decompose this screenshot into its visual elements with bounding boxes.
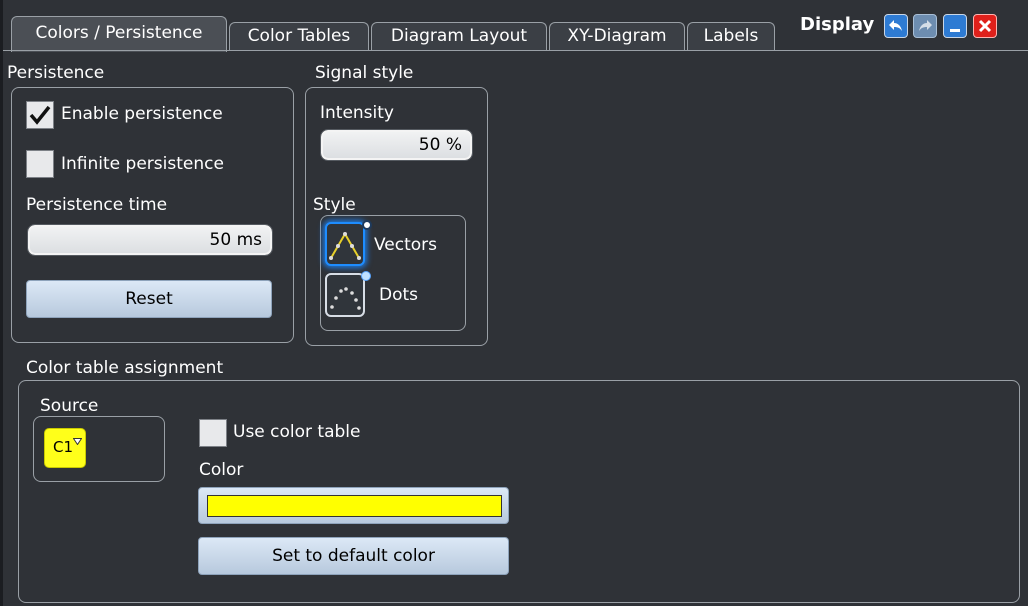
undo-icon	[888, 19, 904, 33]
undo-button[interactable]	[884, 14, 908, 38]
reset-button[interactable]: Reset	[26, 280, 272, 318]
tab-diagram-layout[interactable]: Diagram Layout	[371, 22, 547, 50]
close-button[interactable]	[973, 14, 997, 38]
redo-icon	[917, 19, 933, 33]
source-value: C1	[53, 438, 74, 456]
persistence-time-label: Persistence time	[26, 195, 168, 215]
enable-persistence-checkbox[interactable]	[26, 101, 54, 129]
intensity-field[interactable]: 50 %	[320, 129, 473, 161]
dots-option[interactable]	[325, 273, 365, 317]
color-table-assignment-title: Color table assignment	[26, 358, 224, 378]
color-picker-button[interactable]	[198, 487, 509, 524]
tab-colors-persistence[interactable]: Colors / Persistence	[11, 16, 227, 52]
persistence-time-field[interactable]: 50 ms	[27, 224, 273, 256]
source-label: Source	[40, 396, 99, 416]
set-default-color-button[interactable]: Set to default color	[198, 537, 509, 575]
vectors-option[interactable]	[325, 222, 365, 266]
redo-button[interactable]	[913, 14, 937, 38]
minimize-icon	[948, 19, 962, 33]
tab-divider	[3, 50, 1028, 51]
use-color-table-label[interactable]: Use color table	[233, 422, 360, 442]
dropdown-arrow-icon	[72, 430, 83, 449]
tab-labels[interactable]: Labels	[687, 22, 775, 50]
dots-label[interactable]: Dots	[379, 285, 418, 305]
source-selector[interactable]: C1	[44, 428, 86, 468]
tab-xy-diagram[interactable]: XY-Diagram	[549, 22, 685, 50]
color-label: Color	[199, 460, 244, 480]
close-icon	[977, 18, 993, 34]
vectors-label[interactable]: Vectors	[374, 235, 437, 255]
use-color-table-checkbox[interactable]	[199, 419, 227, 447]
style-label: Style	[313, 195, 356, 215]
vectors-radio-indicator	[362, 220, 372, 230]
color-table-assignment-group	[18, 380, 1020, 603]
minimize-button[interactable]	[943, 14, 967, 38]
color-swatch	[207, 495, 502, 517]
intensity-label: Intensity	[320, 103, 394, 123]
infinite-persistence-label[interactable]: Infinite persistence	[61, 154, 224, 174]
signal-style-title: Signal style	[315, 63, 414, 83]
persistence-title: Persistence	[7, 63, 105, 83]
enable-persistence-label[interactable]: Enable persistence	[61, 104, 223, 124]
dots-radio-indicator	[361, 271, 371, 281]
tab-color-tables[interactable]: Color Tables	[229, 22, 369, 50]
infinite-persistence-checkbox[interactable]	[26, 150, 54, 178]
dialog-title: Display	[800, 14, 875, 35]
